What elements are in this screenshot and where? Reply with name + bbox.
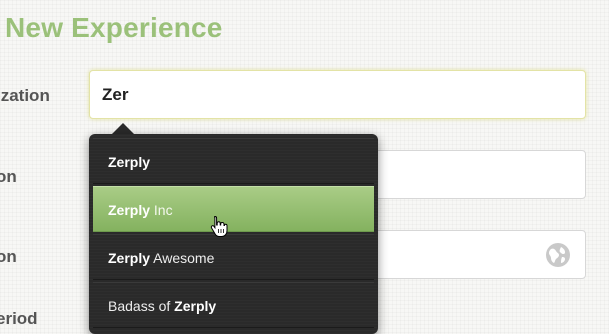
position-label: on	[0, 167, 17, 186]
period-label: eriod	[0, 309, 38, 328]
autocomplete-option[interactable]: Zerply Awesome	[93, 234, 374, 280]
hand-cursor-icon	[210, 215, 228, 237]
globe-icon	[546, 243, 570, 267]
autocomplete-option[interactable]: Zerply	[93, 138, 374, 184]
organization-label: ization	[0, 86, 50, 105]
autocomplete-option[interactable]: Badass of Zerply	[93, 282, 374, 328]
organization-input[interactable]	[90, 71, 585, 118]
autocomplete-option-highlighted[interactable]: Zerply Inc	[93, 186, 374, 232]
page-title: New Experience	[5, 12, 223, 43]
dropdown-pointer	[112, 123, 134, 134]
location-label: on	[0, 247, 17, 266]
organization-field[interactable]	[89, 70, 586, 119]
autocomplete-dropdown: Zerply Zerply Inc Zerply Awesome Badass …	[89, 134, 378, 334]
